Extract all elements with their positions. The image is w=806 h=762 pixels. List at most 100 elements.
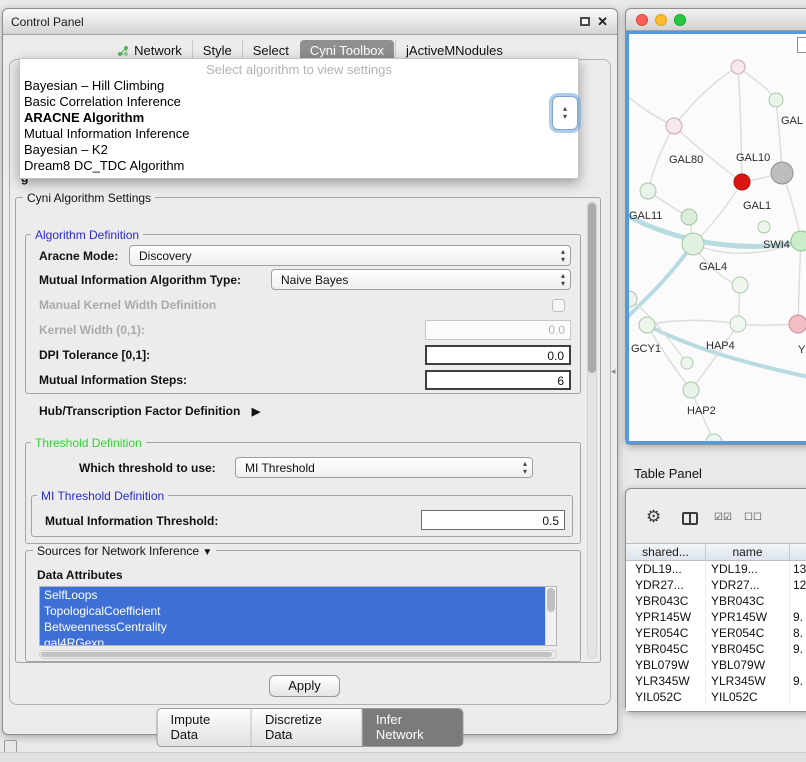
table-row[interactable]: YIL052CYIL052C [626,689,806,705]
table-row[interactable]: YBR043CYBR043C [626,593,806,609]
attributes-hscrollbar-thumb[interactable] [41,652,552,657]
network-canvas[interactable]: GAL80GALGAL10GAL11GAL1SWI4GAL4GCY1HAP4HA… [626,31,806,444]
kernel-width-field[interactable]: 0.0 [425,320,571,340]
network-node[interactable] [681,357,693,369]
table-row[interactable]: YDR27...YDR27...12 [626,577,806,593]
network-node[interactable] [771,162,793,184]
network-view-window: GAL80GALGAL10GAL11GAL1SWI4GAL4GCY1HAP4HA… [625,8,806,445]
attribute-item[interactable]: TopologicalCoefficient [40,603,545,619]
network-node[interactable] [681,209,697,225]
collapse-down-icon: ▼ [202,547,212,558]
node-label: GAL10 [736,152,770,164]
table-row[interactable]: YBR045CYBR045C9. [626,641,806,657]
attribute-item[interactable]: gal4RGexp [40,635,545,646]
network-node[interactable] [769,93,783,107]
algorithm-option[interactable]: Mutual Information Inference [20,126,578,142]
tab-infer-network[interactable]: Infer Network [362,709,463,746]
table-row[interactable]: YDL19...YDL19...13 [626,561,806,577]
control-panel-window: Control Panel ✕ Network Style Select Cyn… [2,8,618,735]
algorithm-option[interactable]: Dream8 DC_TDC Algorithm [20,158,578,174]
sources-group-title[interactable]: Sources for Network Inference ▼ [33,544,216,558]
clear-selection-icon[interactable]: ☐☐ [744,512,762,523]
which-threshold-select[interactable]: MI Threshold ▴▾ [235,457,533,478]
algorithm-option[interactable]: ARACNE Algorithm [20,110,578,126]
network-node[interactable] [789,315,806,333]
manual-kernel-checkbox[interactable] [552,299,565,312]
network-node[interactable] [734,174,750,190]
control-panel-titlebar[interactable]: Control Panel ✕ [3,9,617,35]
attributes-scrollbar-thumb[interactable] [547,588,555,612]
algorithm-combo-stepper[interactable]: ▴ ▾ [552,96,578,130]
mi-threshold-field[interactable]: 0.5 [421,510,565,530]
columns-icon[interactable] [682,512,698,525]
data-attributes-list[interactable]: SelfLoops TopologicalCoefficient Between… [39,586,557,646]
column-header[interactable]: shared... [626,544,706,560]
dpi-tolerance-field[interactable]: 0.0 [425,345,571,365]
table-row[interactable]: YER054CYER054C8. [626,625,806,641]
network-graph[interactable]: GAL80GALGAL10GAL11GAL1SWI4GAL4GCY1HAP4HA… [629,34,806,443]
network-node[interactable] [706,434,722,443]
apply-button[interactable]: Apply [269,675,340,697]
network-node[interactable] [791,231,806,251]
settings-scrollbar-thumb[interactable] [588,203,596,373]
network-node[interactable] [731,60,745,74]
attribute-item[interactable]: SelfLoops [40,587,545,603]
table-cell [790,593,806,609]
which-threshold-label: Which threshold to use: [79,461,216,475]
aracne-mode-select[interactable]: Discovery ▴▾ [129,245,571,266]
algorithm-option[interactable]: Bayesian – Hill Climbing [20,78,578,94]
network-edge [647,320,738,325]
float-window-icon[interactable] [580,17,590,26]
table-cell: YLR345W [706,673,790,689]
dropdown-placeholder: Select algorithm to view settings [20,61,578,78]
table-cell: YER054C [706,625,790,641]
column-header[interactable]: name [706,544,790,560]
tab-discretize-data[interactable]: Discretize Data [251,709,362,746]
attributes-scrollbar-track[interactable] [545,587,556,645]
algorithm-option[interactable]: Basic Correlation Inference [20,94,578,110]
table-cell: 9. [790,641,806,657]
gear-icon[interactable]: ⚙ [646,507,661,527]
network-node[interactable] [639,317,655,333]
mi-steps-field[interactable]: 6 [425,370,571,390]
birdseye-toggle[interactable] [797,37,806,53]
table-cell: YPR145W [706,609,790,625]
network-node[interactable] [758,221,770,233]
hub-definition-toggle[interactable]: Hub/Transcription Factor Definition ▶ [39,404,260,418]
table-cell: YPR145W [626,609,706,625]
attribute-item[interactable]: BetweennessCentrality [40,619,545,635]
algorithm-dropdown-popup: Select algorithm to view settings Bayesi… [19,58,579,179]
minimize-traffic-light[interactable] [655,14,667,26]
column-header[interactable] [790,544,806,560]
network-node[interactable] [666,118,682,134]
combo-stepper-icon: ▴▾ [561,272,565,288]
tab-impute-data[interactable]: Impute Data [158,709,251,746]
table-row[interactable]: YPR145WYPR145W9. [626,609,806,625]
dpi-tolerance-label: DPI Tolerance [0,1]: [39,348,150,362]
table-row[interactable]: YLR345WYLR345W9. [626,673,806,689]
table-cell: YER054C [626,625,706,641]
network-node[interactable] [640,183,656,199]
close-traffic-light[interactable] [636,14,648,26]
network-window-titlebar[interactable] [626,9,806,31]
close-window-icon[interactable]: ✕ [597,14,608,30]
select-all-icon[interactable]: ☑☑ [714,512,732,523]
network-node[interactable] [730,316,746,332]
table-cell [790,689,806,705]
selected-value: Discovery [139,249,192,263]
network-node[interactable] [683,382,699,398]
network-node[interactable] [732,277,748,293]
node-label: GAL11 [629,210,662,222]
mi-algorithm-type-select[interactable]: Naive Bayes ▴▾ [271,269,571,290]
attributes-hscrollbar-track[interactable] [39,650,557,659]
panel-splitter-icon[interactable]: ◂ [611,366,616,377]
algorithm-option[interactable]: Bayesian – K2 [20,142,578,158]
zoom-traffic-light[interactable] [674,14,686,26]
table-body: YDL19...YDL19...13YDR27...YDR27...12YBR0… [626,561,806,711]
tab-label: Cyni Toolbox [310,43,384,58]
bottom-tab-bar: Impute Data Discretize Data Infer Networ… [157,708,464,747]
network-node[interactable] [682,233,704,255]
tab-label: Style [203,43,232,58]
table-panel-title: Table Panel [634,466,702,481]
table-row[interactable]: YBL079WYBL079W [626,657,806,673]
